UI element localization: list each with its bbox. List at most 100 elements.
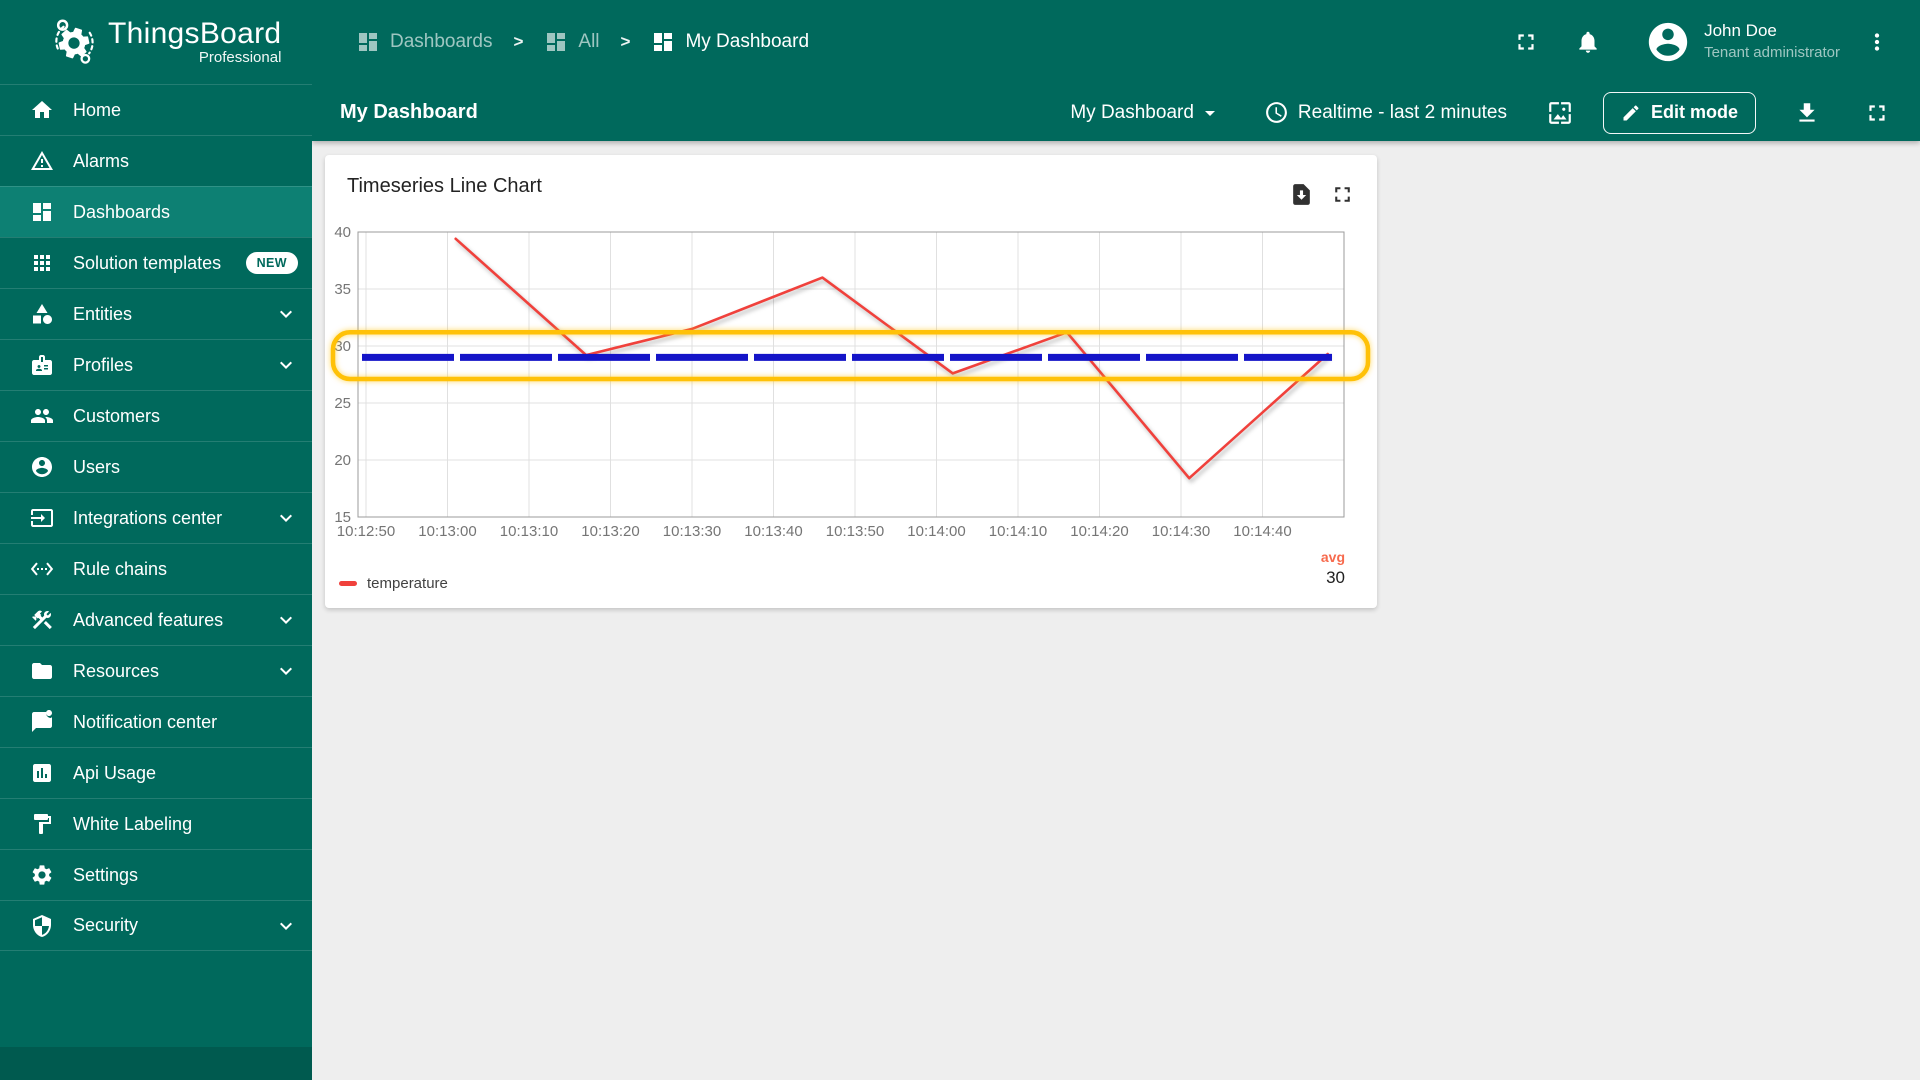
advanced-features-icon — [30, 608, 54, 632]
chevron-down-icon — [274, 506, 298, 530]
edit-mode-button[interactable]: Edit mode — [1602, 91, 1756, 134]
sidebar-item-advanced-features[interactable]: Advanced features — [0, 594, 312, 645]
sidebar-item-label: Alarms — [73, 150, 130, 171]
chevron-down-icon — [274, 608, 298, 632]
svg-text:10:14:30: 10:14:30 — [1152, 523, 1210, 540]
customers-icon — [30, 404, 54, 428]
sidebar-item-label: Security — [73, 915, 139, 935]
breadcrumb-separator: > — [620, 32, 631, 51]
svg-text:10:14:40: 10:14:40 — [1233, 523, 1291, 540]
app-logo[interactable]: ThingsBoard Professional — [0, 0, 312, 84]
avatar[interactable] — [1645, 19, 1691, 65]
home-icon — [30, 98, 54, 122]
dashboard-select[interactable]: My Dashboard — [1070, 101, 1222, 125]
sidebar-item-label: Users — [73, 456, 121, 477]
profiles-icon — [30, 353, 54, 377]
breadcrumb-separator: > — [513, 32, 524, 51]
header-actions: John Doe Tenant administrator — [1513, 0, 1890, 84]
sidebar-item-settings[interactable]: Settings — [0, 849, 312, 900]
time-window-button[interactable]: Realtime - last 2 minutes — [1264, 100, 1507, 125]
solution-templates-icon — [30, 251, 54, 275]
legend-avg-label[interactable]: avg — [1321, 549, 1345, 565]
dashboards-icon — [30, 200, 54, 224]
timeseries-widget-card: Timeseries Line Chart 15 20 25 30 35 40 10:12:… — [325, 155, 1377, 608]
sidebar-item-label: White Labeling — [73, 813, 193, 834]
more-vert-icon[interactable] — [1864, 29, 1890, 55]
new-badge: NEW — [245, 252, 298, 274]
sidebar-item-home[interactable]: Home — [0, 84, 312, 135]
sidebar-item-profiles[interactable]: Profiles — [0, 339, 312, 390]
breadcrumb-item-my-dashboard[interactable]: My Dashboard — [651, 30, 809, 54]
sidebar-item-notification-center[interactable]: Notification center — [0, 696, 312, 747]
notifications-icon[interactable] — [1575, 29, 1601, 55]
download-icon[interactable] — [1794, 100, 1820, 126]
user-info[interactable]: John Doe Tenant administrator — [1704, 20, 1840, 64]
sidebar-item-label: Dashboards — [73, 201, 171, 222]
edit-pencil-icon — [1621, 103, 1641, 123]
svg-text:10:13:10: 10:13:10 — [500, 523, 558, 540]
sidebar-item-label: Customers — [73, 405, 161, 426]
svg-text:25: 25 — [334, 395, 351, 412]
sidebar-item-customers[interactable]: Customers — [0, 390, 312, 441]
wallpaper-icon[interactable] — [1547, 100, 1573, 126]
top-header: Dashboards > All > My Dashboard John Doe Ten… — [312, 0, 1920, 141]
notification-icon — [30, 710, 54, 734]
brand-name: ThingsBoard — [108, 17, 282, 50]
settings-icon — [30, 863, 54, 887]
breadcrumb-item-all[interactable]: All — [544, 30, 600, 54]
sidebar-item-rule-chains[interactable]: Rule chains — [0, 543, 312, 594]
clock-icon — [1264, 100, 1289, 125]
sidebar-item-security[interactable]: Security — [0, 900, 312, 951]
sidebar-item-users[interactable]: Users — [0, 441, 312, 492]
user-role: Tenant administrator — [1704, 44, 1840, 61]
svg-text:10:14:00: 10:14:00 — [907, 523, 965, 540]
sidebar-item-entities[interactable]: Entities — [0, 288, 312, 339]
sidebar-item-label: Entities — [73, 303, 133, 324]
svg-text:10:13:30: 10:13:30 — [663, 523, 721, 540]
svg-text:10:13:20: 10:13:20 — [581, 523, 639, 540]
sidebar-menu: Home Alarms Dashboards Solution templates NE… — [0, 84, 312, 951]
sidebar-item-label: Notification center — [73, 711, 218, 732]
sidebar-item-api-usage[interactable]: Api Usage — [0, 747, 312, 798]
dashboards-icon — [356, 30, 380, 54]
dashboards-icon — [544, 30, 568, 54]
sidebar-item-integrations-center[interactable]: Integrations center — [0, 492, 312, 543]
security-icon — [30, 914, 54, 938]
svg-text:10:13:00: 10:13:00 — [418, 523, 476, 540]
legend-label: temperature — [367, 575, 448, 592]
legend-item-temperature[interactable]: temperature — [339, 575, 448, 592]
sidebar: ThingsBoard Professional Home Alarms Dashb… — [0, 0, 312, 1080]
dashboard-toolbar: My Dashboard My Dashboard Realtime - las… — [340, 84, 1890, 141]
sidebar-item-label: Api Usage — [73, 762, 157, 783]
breadcrumb-label: My Dashboard — [685, 31, 810, 52]
sidebar-footer-strip — [0, 1047, 312, 1080]
sidebar-item-alarms[interactable]: Alarms — [0, 135, 312, 186]
page-title: My Dashboard — [340, 101, 478, 123]
svg-text:10:13:40: 10:13:40 — [744, 523, 802, 540]
svg-text:10:13:50: 10:13:50 — [826, 523, 884, 540]
breadcrumb-item-dashboards[interactable]: Dashboards — [356, 30, 492, 54]
sidebar-item-label: Resources — [73, 660, 160, 681]
legend-avg-value: 30 — [1326, 568, 1345, 587]
users-icon — [30, 455, 54, 479]
svg-text:20: 20 — [334, 452, 351, 469]
time-window-label: Realtime - last 2 minutes — [1297, 101, 1507, 123]
toolbar-fullscreen-icon[interactable] — [1864, 100, 1890, 126]
svg-text:35: 35 — [334, 281, 351, 298]
breadcrumb-label: Dashboards — [390, 31, 493, 52]
sidebar-item-label: Profiles — [73, 354, 134, 375]
integrations-icon — [30, 506, 54, 530]
alarm-icon — [30, 149, 54, 173]
sidebar-item-white-labeling[interactable]: White Labeling — [0, 798, 312, 849]
sidebar-item-label: Advanced features — [73, 609, 224, 630]
sidebar-item-dashboards[interactable]: Dashboards — [0, 186, 312, 237]
white-labeling-icon — [30, 812, 54, 836]
sidebar-item-resources[interactable]: Resources — [0, 645, 312, 696]
thingsboard-logo-icon — [48, 16, 100, 68]
sidebar-item-solution-templates[interactable]: Solution templates NEW — [0, 237, 312, 288]
chevron-down-icon — [274, 302, 298, 326]
fullscreen-icon[interactable] — [1513, 29, 1539, 55]
breadcrumb-label: All — [578, 31, 600, 52]
chevron-down-icon — [274, 659, 298, 683]
legend-swatch — [339, 581, 357, 586]
